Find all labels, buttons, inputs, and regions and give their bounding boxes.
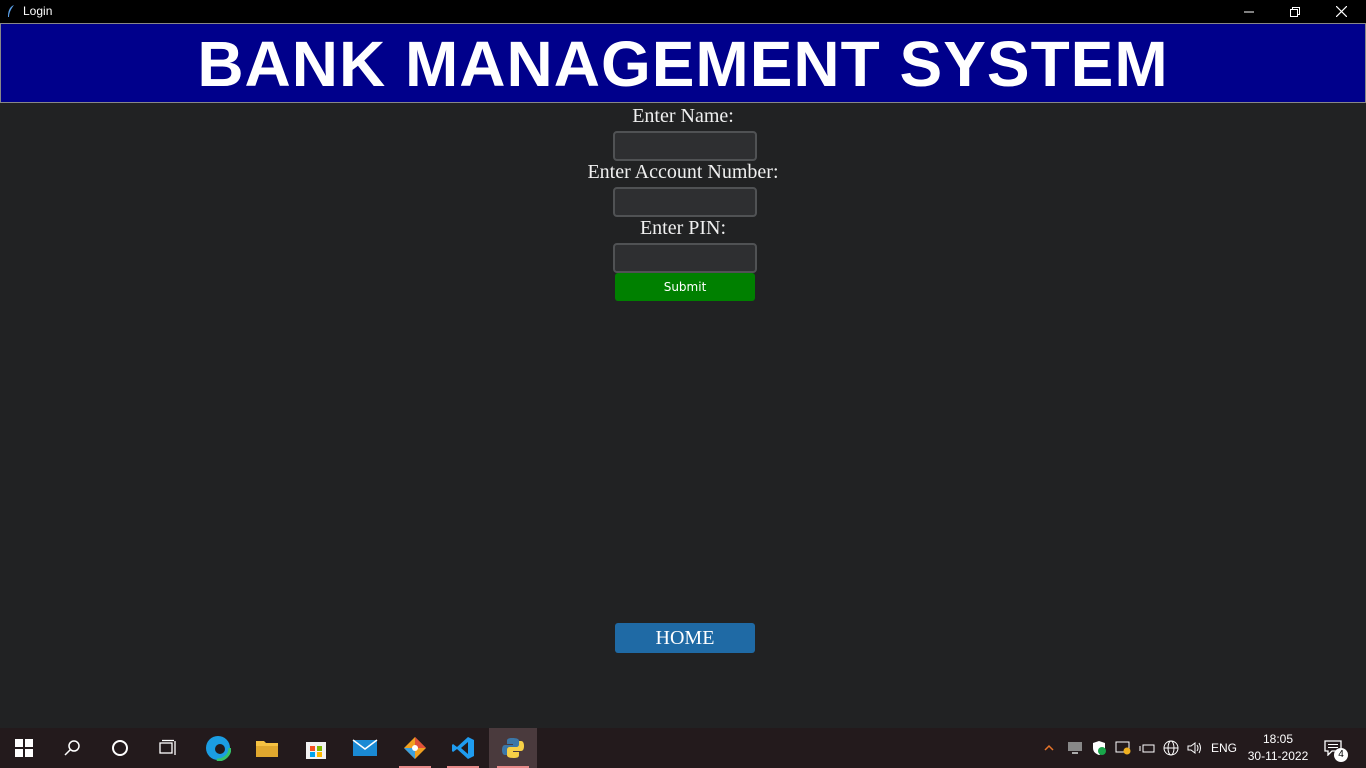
close-icon	[1335, 6, 1347, 17]
cortana-icon	[112, 740, 128, 756]
language-indicator[interactable]: ENG	[1208, 728, 1240, 768]
window-title: Login	[23, 4, 53, 18]
mail-icon	[352, 739, 378, 756]
microsoft-store-app[interactable]	[292, 728, 340, 768]
header-banner: BANK MANAGEMENT SYSTEM	[0, 23, 1366, 103]
edge-icon	[205, 735, 231, 761]
cortana-button[interactable]	[96, 728, 144, 768]
edge-app[interactable]	[194, 728, 242, 768]
python-icon	[502, 738, 524, 758]
windows-icon	[15, 739, 33, 757]
start-button[interactable]	[0, 728, 48, 768]
search-icon	[64, 740, 80, 756]
home-button[interactable]: HOME	[615, 623, 755, 653]
speaker-icon	[1187, 742, 1201, 754]
name-input[interactable]	[613, 131, 757, 161]
name-label: Enter Name:	[632, 105, 734, 127]
taskbar: ENG 18:05 30-11-2022 4	[0, 728, 1366, 768]
pin-label: Enter PIN:	[639, 217, 727, 239]
vscode-app[interactable]	[439, 728, 487, 768]
app-title: BANK MANAGEMENT SYSTEM	[197, 28, 1169, 100]
submit-button[interactable]: Submit	[615, 273, 755, 301]
git-app[interactable]	[391, 728, 439, 768]
vscode-icon	[452, 737, 474, 759]
feather-icon	[8, 5, 14, 17]
clock[interactable]: 18:05 30-11-2022	[1244, 731, 1312, 765]
minimize-button[interactable]	[1226, 0, 1272, 23]
mail-app[interactable]	[341, 728, 389, 768]
task-view-icon	[159, 739, 176, 755]
window-title-bar: Login	[0, 0, 1366, 23]
monitor-icon	[1068, 742, 1082, 754]
notification-count-badge: 4	[1334, 748, 1348, 762]
clock-date: 30-11-2022	[1247, 749, 1309, 763]
globe-icon	[1163, 740, 1179, 756]
search-button[interactable]	[48, 728, 96, 768]
folder-icon	[256, 741, 278, 757]
battery-icon	[1139, 744, 1155, 753]
tray-app[interactable]	[1064, 728, 1086, 768]
account-number-label: Enter Account Number:	[587, 161, 779, 183]
python-app[interactable]	[489, 728, 537, 768]
shield-icon	[1093, 741, 1106, 755]
account-number-input[interactable]	[613, 187, 757, 217]
chevron-up-icon	[1044, 744, 1054, 751]
notification-tray[interactable]	[1112, 728, 1134, 768]
store-icon	[306, 742, 326, 759]
minimize-icon	[1244, 11, 1254, 12]
git-icon	[404, 737, 426, 759]
restore-button[interactable]	[1272, 0, 1318, 23]
restore-icon	[1290, 6, 1300, 17]
network-tray[interactable]	[1160, 728, 1182, 768]
file-explorer-app[interactable]	[243, 728, 291, 768]
close-button[interactable]	[1318, 0, 1364, 23]
security-tray[interactable]	[1088, 728, 1110, 768]
clock-time: 18:05	[1262, 732, 1294, 746]
volume-tray[interactable]	[1184, 728, 1206, 768]
show-hidden-icons[interactable]	[1040, 728, 1058, 768]
task-view-button[interactable]	[144, 728, 192, 768]
pin-input[interactable]	[613, 243, 757, 273]
battery-tray[interactable]	[1136, 728, 1158, 768]
screen-alert-icon	[1115, 741, 1131, 755]
